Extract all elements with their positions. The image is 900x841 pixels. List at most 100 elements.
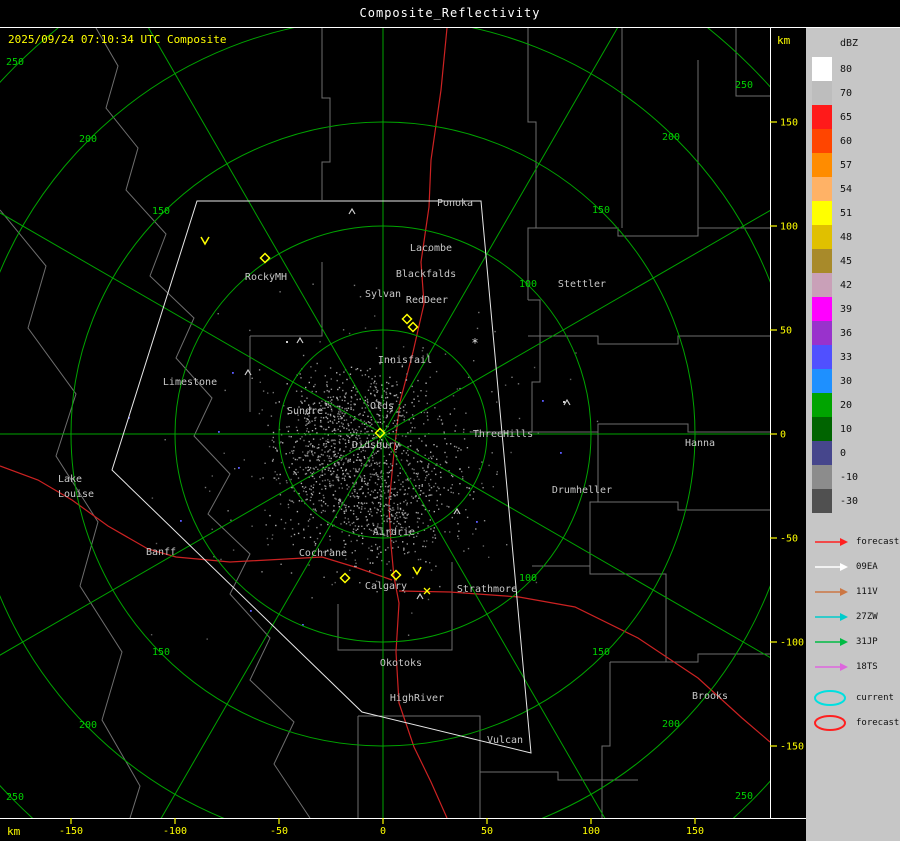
dbz-color-swatch	[812, 201, 832, 225]
ring-distance-label: 150	[592, 647, 610, 658]
dbz-level-label: -10	[840, 471, 859, 483]
dbz-level-label: 39	[840, 303, 853, 315]
dbz-level-label: 33	[840, 351, 853, 363]
boundary-line	[536, 227, 770, 237]
boundary-line	[0, 209, 141, 818]
city-label: Sundre	[287, 406, 323, 417]
bottom-axis-label: 50	[481, 826, 493, 837]
city-label: RockyMH	[245, 272, 287, 283]
ring-distance-label: 200	[662, 719, 680, 730]
radar-site-diamond-icon	[401, 313, 413, 325]
dbz-color-swatch	[812, 489, 832, 513]
boundary-line	[528, 299, 541, 432]
bottom-axis-label: -100	[163, 826, 187, 837]
dbz-level-label: 30	[840, 375, 853, 387]
dbz-level-row: 54	[812, 177, 900, 201]
bottom-axis-label: 100	[582, 826, 600, 837]
position-ellipse-label: current	[856, 692, 894, 703]
asterisk-marker-icon: *	[471, 336, 478, 350]
dbz-level-label: 45	[840, 255, 853, 267]
dbz-level-row: 36	[812, 321, 900, 345]
storm-position-row: current	[812, 685, 900, 710]
range-ring	[0, 28, 770, 818]
boundary-line	[589, 432, 599, 566]
caret-marker-icon	[416, 592, 424, 600]
window-title: Composite_Reflectivity	[359, 6, 541, 20]
city-label: Blackfalds	[396, 269, 456, 280]
caret-marker-icon	[348, 207, 356, 215]
boundary-line	[337, 562, 453, 651]
storm-track-row: 31JP	[812, 629, 900, 654]
ring-distance-label: 150	[592, 205, 610, 216]
right-axis-label: 150	[780, 118, 798, 129]
chevron-marker-icon	[412, 566, 422, 576]
boundary-line	[598, 501, 770, 511]
storm-track-legend: forecast 09EA 111V 27ZW 31JP 18TS	[812, 529, 900, 679]
dbz-level-label: -30	[840, 495, 859, 507]
city-label: Banff	[146, 547, 176, 558]
right-axis-label: 100	[780, 222, 798, 233]
ring-distance-label: 200	[79, 720, 97, 731]
track-arrow-label: 31JP	[856, 636, 878, 647]
city-label: Lacombe	[410, 243, 452, 254]
map-layers: 250 200 150 250 200 150 100 250 200 150 250 200 150 1…	[0, 28, 770, 818]
radar-map: 250 200 150 250 200 150 100 250 200 150 250 200 150 1…	[0, 28, 806, 838]
dbz-level-row: 65	[812, 105, 900, 129]
caret-marker-icon	[296, 336, 304, 344]
right-axis-label: -50	[780, 534, 798, 545]
ring-distance-label: 150	[152, 206, 170, 217]
dbz-color-swatch	[812, 321, 832, 345]
highway-line	[398, 590, 770, 743]
dbz-level-row: 70	[812, 81, 900, 105]
track-arrow-icon	[815, 587, 848, 596]
position-ellipse-icon	[814, 714, 846, 731]
dbz-level-row: 45	[812, 249, 900, 273]
city-label: Cochrane	[299, 548, 347, 559]
boundary-line	[480, 771, 638, 781]
dbz-level-row: -10	[812, 465, 900, 489]
track-arrow-label: 09EA	[856, 561, 878, 572]
dbz-color-swatch	[812, 369, 832, 393]
dbz-level-label: 10	[840, 423, 853, 435]
dbz-level-label: 51	[840, 207, 853, 219]
city-label: Lake	[58, 474, 82, 485]
dbz-level-row: 60	[812, 129, 900, 153]
boundary-line	[527, 28, 537, 300]
dbz-color-swatch	[812, 129, 832, 153]
storm-track-row: 111V	[812, 579, 900, 604]
chevron-marker-icon	[200, 236, 210, 246]
ring-distance-label: 200	[79, 134, 97, 145]
right-axis-unit-label: km	[777, 34, 791, 47]
city-label: Sylvan	[365, 289, 401, 300]
dot-marker-icon	[286, 341, 288, 343]
dbz-level-label: 36	[840, 327, 853, 339]
dbz-level-row: 10	[812, 417, 900, 441]
dbz-level-row: 0	[812, 441, 900, 465]
city-label: Didsbury	[352, 440, 400, 451]
city-label: Olds	[370, 401, 394, 412]
dbz-level-row: 51	[812, 201, 900, 225]
city-label: RedDeer	[406, 295, 448, 306]
city-label: Brooks	[692, 691, 728, 702]
dbz-color-swatch	[812, 345, 832, 369]
ring-distance-label: 150	[152, 647, 170, 658]
ring-distance-label: 250	[6, 792, 24, 803]
timestamp: 2025/09/24 07:10:34 UTC Composite	[8, 33, 227, 46]
track-arrow-icon	[815, 562, 848, 571]
dbz-level-label: 54	[840, 183, 853, 195]
city-label: Hanna	[685, 438, 715, 449]
dbz-level-row: 39	[812, 297, 900, 321]
track-arrow-icon	[815, 637, 848, 646]
dbz-level-label: 48	[840, 231, 853, 243]
city-label: Strathmore	[457, 584, 517, 595]
dbz-level-label: 80	[840, 63, 853, 75]
storm-track-row: forecast	[812, 529, 900, 554]
city-label: Innisfail	[378, 355, 432, 366]
storm-position-legend: current forecast	[812, 685, 900, 735]
dbz-level-label: 57	[840, 159, 853, 171]
radar-site-diamond-icon	[339, 572, 351, 584]
city-label: Ponoka	[437, 198, 473, 209]
dbz-color-swatch	[812, 465, 832, 489]
dbz-legend-panel: dBZ 80 70 65 60 57 54 51 48 45 42 39 36 33 30 20 10 0 -10…	[806, 28, 900, 841]
dbz-level-row: 80	[812, 57, 900, 81]
